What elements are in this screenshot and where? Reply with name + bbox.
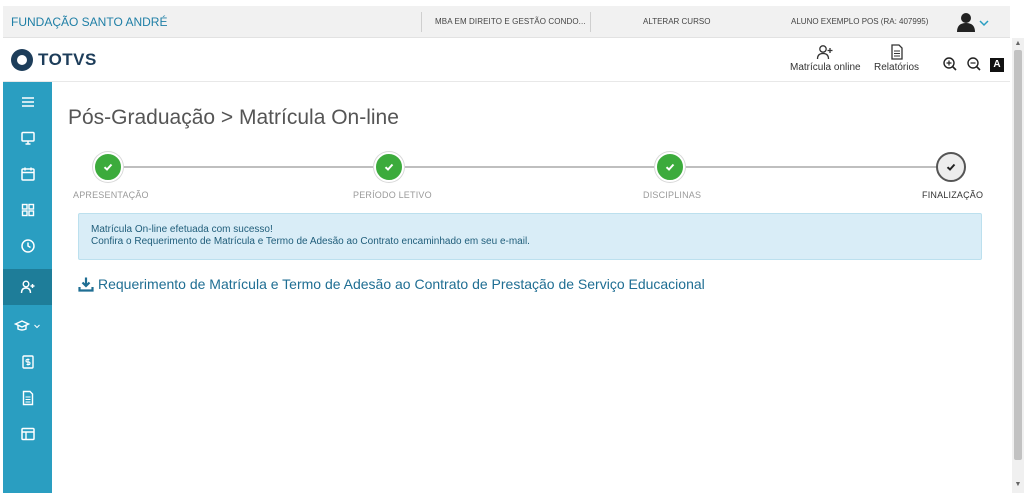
divider [590,12,591,32]
money-icon [21,355,34,369]
user-avatar-icon [957,13,989,32]
success-alert: Matrícula On-line efetuada com sucesso! … [78,213,982,260]
clock-icon [20,239,35,253]
reports-button[interactable]: Relatórios [874,44,919,73]
step-label-periodo-letivo: PERÍODO LETIVO [353,190,432,200]
sidebar-item-enrollment[interactable] [3,269,52,305]
step-label-apresentacao: APRESENTAÇÃO [73,190,149,200]
check-icon [946,163,956,171]
step-disciplinas[interactable] [655,152,685,182]
step-apresentacao[interactable] [93,152,123,182]
monitor-icon [20,131,35,145]
check-icon [384,163,394,171]
calendar-icon [20,167,35,181]
reports-label: Relatórios [874,62,920,73]
student-name: ALUNO EXEMPLO POS (RA: 407995) [791,17,929,26]
step-label-finalizacao: FINALIZAÇÃO [922,190,984,200]
sidebar-item-academic[interactable] [3,308,52,344]
user-menu-button[interactable] [956,11,992,33]
enroll-online-button[interactable]: Matrícula online [790,44,861,73]
high-contrast-button[interactable]: A [990,58,1004,72]
change-course-link[interactable]: ALTERAR CURSO [643,17,710,26]
menu-icon [21,97,34,107]
scroll-thumb[interactable] [1014,50,1022,460]
scroll-up-icon[interactable]: ▲ [1014,40,1022,48]
page-title: Pós-Graduação > Matrícula On-line [68,106,399,129]
institution-name: FUNDAÇÃO SANTO ANDRÉ [11,15,168,29]
totvs-logo-mark-icon [11,49,33,71]
layout-icon [20,427,35,441]
download-enrollment-document-link[interactable]: Requerimento de Matrícula e Termo de Ade… [78,276,705,292]
download-label: Requerimento de Matrícula e Termo de Ade… [98,276,705,292]
sidebar-item-grid[interactable] [3,192,52,228]
sidebar-item-calendar[interactable] [3,156,52,192]
add-user-icon [817,45,833,60]
app-header: TOTVS Matrícula online Relatórios A [3,38,1010,82]
top-info-bar: FUNDAÇÃO SANTO ANDRÉ MBA EM DIREITO E GE… [3,6,1010,38]
totvs-logo[interactable]: TOTVS [11,48,97,72]
step-finalizacao[interactable] [936,152,966,182]
alert-message: Matrícula On-line efetuada com sucesso! [91,224,273,235]
alert-detail: Confira o Requerimento de Matrícula e Te… [91,236,530,247]
document-icon [22,390,33,406]
step-label-disciplinas: DISCIPLINAS [643,190,702,200]
page-scrollbar[interactable]: ▲ ▼ [1012,38,1024,493]
scroll-down-icon[interactable]: ▼ [1014,481,1022,489]
sidebar-item-history[interactable] [3,228,52,264]
stepper-track [108,166,950,168]
sidebar-item-layout[interactable] [3,416,52,452]
divider [421,12,422,32]
grid-icon [21,203,34,217]
add-user-icon [20,280,34,294]
course-selector[interactable]: MBA EM DIREITO E GESTÃO CONDO... [435,17,586,26]
sidebar-item-menu[interactable] [3,84,52,120]
enroll-online-label: Matrícula online [790,62,861,73]
report-document-icon [890,44,903,60]
zoom-in-icon[interactable] [942,56,958,72]
check-icon [665,163,675,171]
sidebar [3,82,52,493]
check-icon [103,163,113,171]
chevron-down-icon [34,324,40,329]
zoom-out-icon[interactable] [966,56,982,72]
download-icon [78,277,94,292]
step-periodo-letivo[interactable] [374,152,404,182]
logo-text: TOTVS [38,50,97,69]
graduation-cap-icon [14,320,30,331]
sidebar-item-dashboard[interactable] [3,120,52,156]
sidebar-item-financial[interactable] [3,344,52,380]
sidebar-item-documents[interactable] [3,380,52,416]
